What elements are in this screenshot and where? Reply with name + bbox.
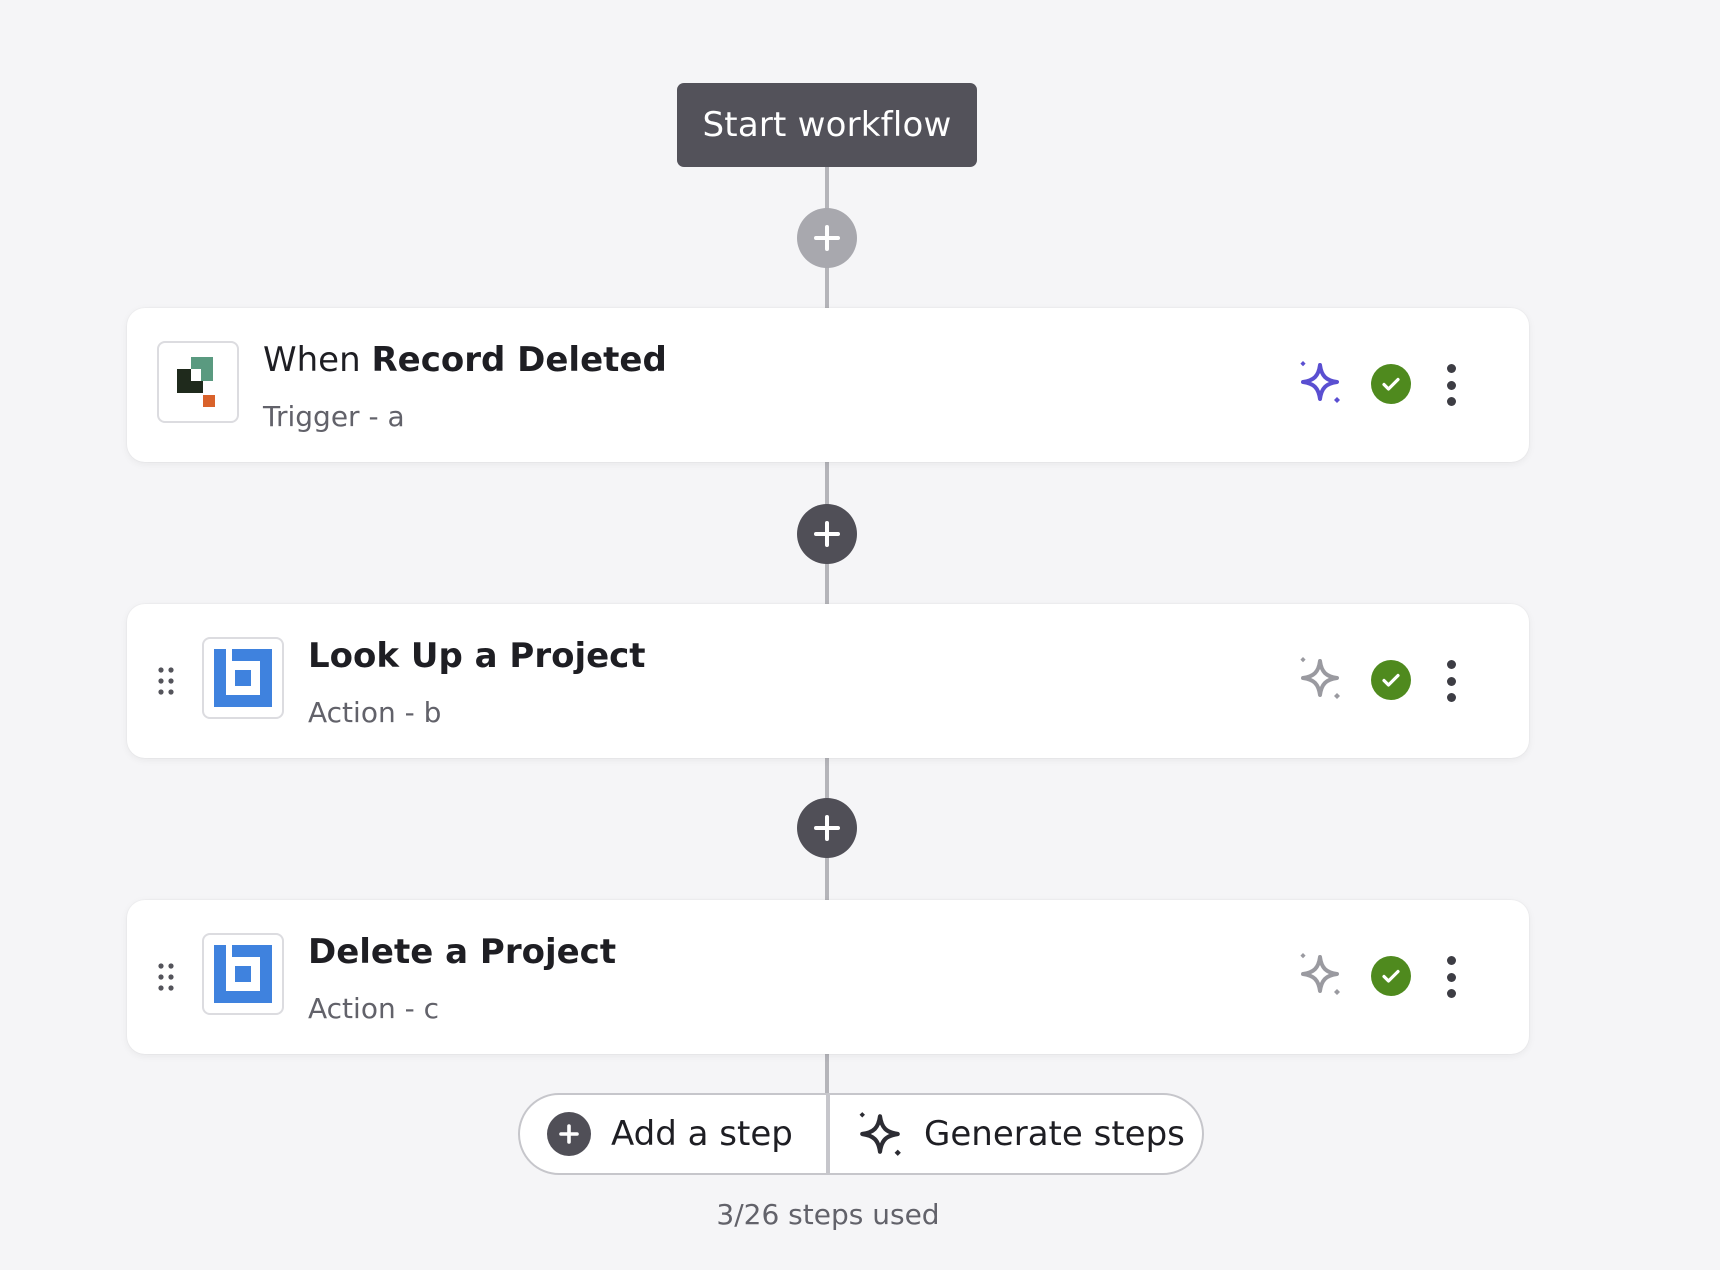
app-logo-icon: [214, 649, 272, 707]
status-complete-icon: [1371, 956, 1411, 996]
step-title: Delete a Project: [308, 932, 617, 972]
generate-steps-label: Generate steps: [924, 1114, 1185, 1154]
insert-step-button[interactable]: [797, 208, 857, 268]
steps-used-counter: 3/26 steps used: [716, 1198, 940, 1231]
step-card-action[interactable]: Look Up a Project Action - b: [127, 604, 1529, 758]
insert-step-button[interactable]: [797, 798, 857, 858]
connector-line: [825, 1054, 829, 1096]
status-complete-icon: [1371, 660, 1411, 700]
plus-icon: [814, 521, 840, 547]
app-logo-icon: [214, 945, 272, 1003]
step-subtitle: Action - c: [308, 992, 439, 1025]
generate-steps-button[interactable]: Generate steps: [826, 1095, 1202, 1173]
step-card-action[interactable]: Delete a Project Action - c: [127, 900, 1529, 1054]
step-subtitle: Action - b: [308, 696, 442, 729]
action-app-icon: [202, 933, 284, 1015]
step-title: When Record Deleted: [263, 340, 667, 380]
add-step-button[interactable]: Add a step: [520, 1095, 826, 1173]
trigger-app-icon: [157, 341, 239, 423]
more-options-icon[interactable]: [1443, 660, 1459, 702]
start-workflow-button[interactable]: Start workflow: [677, 83, 977, 167]
step-card-trigger[interactable]: When Record Deleted Trigger - a: [127, 308, 1529, 462]
drag-handle-icon[interactable]: [157, 666, 175, 696]
sparkle-icon[interactable]: [1297, 951, 1343, 997]
drag-handle-icon[interactable]: [157, 962, 175, 992]
status-complete-icon: [1371, 364, 1411, 404]
add-step-label: Add a step: [611, 1114, 793, 1154]
sparkle-icon[interactable]: [1297, 359, 1343, 405]
workflow-canvas: Start workflow When Record Deleted Trigg…: [0, 0, 1720, 1270]
step-subtitle: Trigger - a: [263, 400, 405, 433]
plus-icon: [814, 815, 840, 841]
plus-circle-icon: [547, 1112, 591, 1156]
more-options-icon[interactable]: [1443, 956, 1459, 998]
sparkle-icon: [859, 1112, 901, 1156]
add-generate-button-group: Add a step Generate steps: [518, 1093, 1204, 1175]
action-app-icon: [202, 637, 284, 719]
more-options-icon[interactable]: [1443, 364, 1459, 406]
insert-step-button[interactable]: [797, 504, 857, 564]
step-title: Look Up a Project: [308, 636, 646, 676]
plus-icon: [814, 225, 840, 251]
app-logo-icon: [177, 357, 215, 407]
sparkle-icon[interactable]: [1297, 655, 1343, 701]
